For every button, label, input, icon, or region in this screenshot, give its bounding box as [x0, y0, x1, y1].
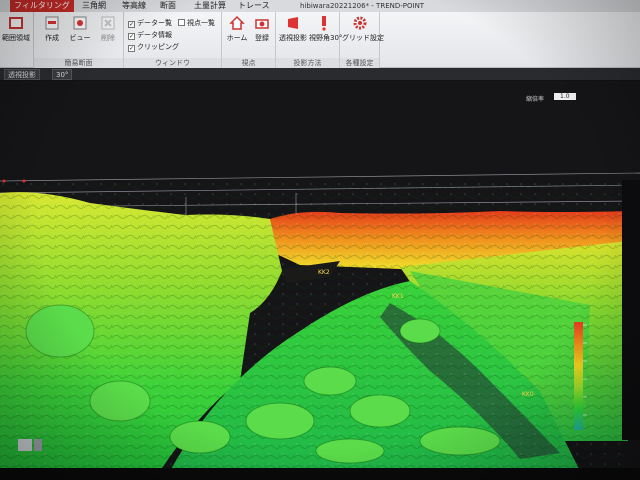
view-cube [18, 439, 32, 451]
ribbon-group-region: 範囲領域 [0, 12, 34, 68]
zoom-label: 縮倍率 [526, 96, 545, 103]
fov-value: 30° [56, 71, 69, 79]
point-cloud-viewport[interactable]: KK2 KK1 KK0 [0, 81, 640, 471]
tab-filtering[interactable]: フィルタリング [10, 0, 74, 12]
camera-icon [255, 19, 269, 29]
settings-group-label: 各種設定 [340, 58, 379, 68]
marker-dot [22, 179, 26, 183]
point-label-kk2: KK2 [318, 269, 330, 276]
marker-dot [2, 179, 6, 183]
zoom-value[interactable]: 1.0 [554, 93, 576, 100]
fov-button[interactable]: 視野角30° [309, 15, 343, 43]
perspective-button-label: 透視投影 [279, 34, 307, 42]
check-data-info-label: データ情報 [137, 31, 172, 39]
grid-settings-button-label: グリッド設定 [342, 34, 384, 42]
projection-value: 透視投影 [8, 71, 36, 79]
window-group-label: ウィンドウ [124, 58, 221, 68]
elevation-legend-bar [574, 322, 583, 430]
point-cloud-canvas[interactable] [0, 81, 640, 471]
check-clipping-label: クリッピング [137, 43, 179, 51]
register-button[interactable]: 登録 [250, 15, 274, 43]
delete-button-label: 削除 [101, 34, 115, 42]
grid-settings-button[interactable]: グリッド設定 [342, 15, 384, 43]
tab-trace[interactable]: トレース [234, 0, 274, 12]
home-button-label: ホーム [226, 34, 248, 42]
check-data-info[interactable]: ✓ データ情報 [128, 30, 172, 40]
ribbon-group-viewpoint: ホーム 登録 視点 [222, 12, 276, 68]
viewpoint-group-label: 視点 [222, 58, 275, 68]
checkbox-clipping[interactable]: ✓ [128, 45, 135, 52]
delete-button[interactable]: 削除 [96, 15, 120, 43]
ribbon-group-window: ✓ データー覧 ✓ データ情報 ✓ クリッピング 視点一覧 ウィンドウ [124, 12, 222, 68]
fov-dropdown[interactable]: 30° [52, 69, 73, 80]
point-label-kk0: KK0 [522, 391, 534, 398]
gear-icon [353, 16, 367, 30]
fov-icon [322, 16, 326, 31]
projection-dropdown[interactable]: 透視投影 [4, 69, 40, 80]
side-panel[interactable] [622, 180, 640, 440]
window-title: hibiwara20221206* - TREND-POINT [300, 2, 425, 10]
ribbon: 範囲領域 作成 ビュー 削除 簡易断面 ✓ データー覧 ✓ データ情報 ✓ クリッピン… [0, 12, 640, 68]
ribbon-tab-bar: フィルタリング 三角網 等高線 断面 土量計算 トレース [0, 0, 270, 12]
zoom-control: 縮倍率 1.0 [508, 92, 640, 106]
ribbon-group-projection: 透視投影 視野角30° 投影方法 [276, 12, 343, 68]
status-bar [0, 468, 640, 480]
view-cube-side [34, 439, 42, 451]
checkbox-data-info[interactable]: ✓ [128, 33, 135, 40]
point-label-kk1: KK1 [392, 293, 404, 300]
region-button-label: 範囲領域 [2, 34, 30, 42]
region-icon [9, 17, 23, 29]
checkbox-viewpoint-list[interactable] [178, 19, 185, 26]
tab-section[interactable]: 断面 [156, 0, 180, 12]
quick-section-group-label: 簡易断面 [34, 58, 123, 68]
tab-triangulation[interactable]: 三角網 [78, 0, 110, 12]
home-button[interactable]: ホーム [225, 15, 249, 43]
delete-icon [101, 16, 115, 30]
create-button-label: 作成 [45, 34, 59, 42]
perspective-button[interactable]: 透視投影 [278, 15, 308, 43]
check-clipping[interactable]: ✓ クリッピング [128, 42, 179, 52]
region-button[interactable]: 範囲領域 [0, 15, 32, 43]
check-viewpoint-list[interactable]: 視点一覧 [178, 18, 215, 28]
screen: フィルタリング 三角網 等高線 断面 土量計算 トレース hibiwara202… [0, 0, 640, 480]
view-icon [73, 16, 87, 30]
home-icon [229, 15, 245, 30]
fov-button-label: 視野角30° [309, 34, 343, 42]
register-button-label: 登録 [255, 34, 269, 42]
create-icon [45, 16, 59, 30]
perspective-icon [288, 17, 298, 29]
view-toolbar: 透視投影 30° [0, 68, 640, 81]
tab-volume[interactable]: 土量計算 [190, 0, 230, 12]
view-button-label: ビュー [69, 34, 91, 42]
projection-group-label: 投影方法 [276, 58, 339, 68]
ribbon-group-settings: グリッド設定 各種設定 [340, 12, 384, 68]
ribbon-group-quick-section: 作成 ビュー 削除 簡易断面 [34, 12, 124, 68]
checkbox-data-list[interactable]: ✓ [128, 21, 135, 28]
view-button[interactable]: ビュー [68, 15, 92, 43]
check-data-list-label: データー覧 [137, 19, 172, 27]
create-button[interactable]: 作成 [40, 15, 64, 43]
tab-contour[interactable]: 等高線 [118, 0, 150, 12]
check-data-list[interactable]: ✓ データー覧 [128, 18, 172, 28]
check-viewpoint-list-label: 視点一覧 [187, 19, 215, 27]
title-bar: フィルタリング 三角網 等高線 断面 土量計算 トレース hibiwara202… [0, 0, 640, 12]
